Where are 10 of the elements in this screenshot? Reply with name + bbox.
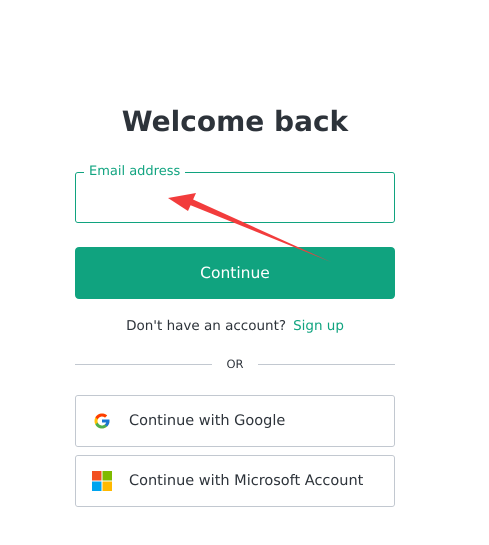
divider-label: OR	[226, 357, 244, 371]
google-icon	[93, 412, 111, 430]
continue-button[interactable]: Continue	[75, 247, 395, 299]
social-login-button[interactable]: Continue with Google	[75, 395, 395, 447]
signup-prompt: Don't have an account?	[126, 317, 286, 335]
field-label: Email address	[88, 163, 182, 181]
page-title: Welcome back	[120, 104, 350, 140]
signup-link[interactable]: Sign up	[293, 317, 344, 335]
social-login-button[interactable]: Continue with Microsoft Account	[75, 455, 395, 507]
windows-logo-icon	[92, 471, 112, 491]
